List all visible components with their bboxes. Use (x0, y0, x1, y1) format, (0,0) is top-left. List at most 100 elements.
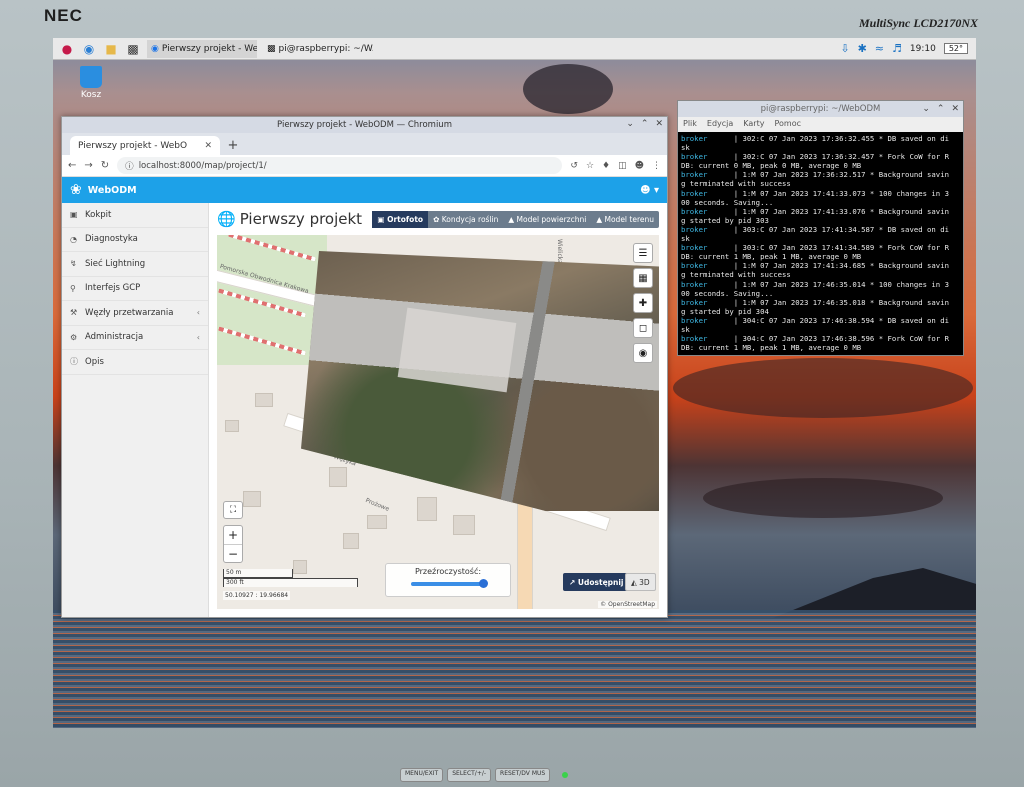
sidebar-item-nodes[interactable]: ⚒ Węzły przetwarzania ‹ (62, 301, 208, 326)
opacity-control: Przeźroczystość: (385, 563, 511, 597)
new-tab-button[interactable]: + (224, 136, 242, 155)
system-tray: ⇩ ✱ ≈ ♬ 19:10 52° (840, 42, 976, 55)
update-icon[interactable]: ⇩ (840, 42, 849, 55)
chevron-left-icon: ‹ (196, 332, 200, 342)
map-building (343, 533, 359, 549)
wifi-icon[interactable]: ≈ (875, 42, 884, 55)
zoom-in-button[interactable]: + (224, 526, 242, 544)
webodm-logo-icon[interactable]: ❀ (70, 182, 82, 198)
log-prefix: broker (681, 279, 708, 289)
taskbar: ● ◉ ■ ▩ ◉ Pierwszy projekt - We... ▩ pi@… (53, 38, 976, 60)
menu-edycja[interactable]: Edycja (707, 119, 733, 130)
share-icon[interactable]: ↺ (570, 161, 578, 171)
menu-karty[interactable]: Karty (743, 119, 764, 130)
globe-icon: 🌐 (217, 210, 236, 228)
log-text: DB: current 0 MB, peak 0 MB, average 0 M… (681, 161, 862, 171)
monitor-menu-button[interactable]: MENU/EXIT (400, 768, 444, 782)
menu-plik[interactable]: Plik (683, 119, 697, 130)
minimize-icon[interactable]: ⌄ (626, 119, 634, 129)
layers-icon[interactable]: ☰ (633, 243, 653, 263)
task-label: pi@raspberrypi: ~/W... (278, 43, 373, 54)
user-menu-icon[interactable]: ☻ ▾ (640, 185, 659, 196)
log-prefix: broker (681, 315, 708, 325)
map-canvas[interactable]: Pomorska Obwodnica Krakowa Wężyka Wielic… (217, 235, 659, 609)
3d-button[interactable]: ◭ 3D (625, 573, 656, 591)
terminal-line: DB: current 1 MB, peak 1 MB, average 0 M… (681, 343, 960, 352)
sidebar-item-kokpit[interactable]: ▣ Kokpit (62, 203, 208, 228)
browser-launcher-icon[interactable]: ◉ (81, 41, 97, 57)
desktop-trash[interactable]: Kosz (71, 66, 111, 100)
map-attribution[interactable]: © OpenStreetMap (598, 601, 657, 608)
monitor-buttons: MENU/EXIT SELECT/+/- RESET/DV MUS (400, 768, 569, 782)
map-building (329, 467, 347, 487)
tab-kondycja[interactable]: ✿ Kondycja roślin (428, 211, 503, 228)
terminal-launcher-icon[interactable]: ▩ (125, 41, 141, 57)
terminal-line: g started by pid 303 (681, 216, 960, 225)
slider-knob[interactable] (479, 579, 488, 588)
terminal-titlebar[interactable]: pi@raspberrypi: ~/WebODM ⌄ ⌃ ✕ (678, 101, 963, 117)
volume-icon[interactable]: ♬ (892, 42, 902, 55)
opacity-slider[interactable] (411, 579, 488, 588)
close-icon[interactable]: ✕ (655, 119, 663, 129)
monitor-select-button[interactable]: SELECT/+/- (447, 768, 492, 782)
forward-icon[interactable]: → (84, 160, 92, 171)
fullscreen-button[interactable]: ⛶ (223, 501, 243, 519)
maximize-icon[interactable]: ⌃ (641, 119, 649, 129)
project-title: Pierwszy projekt (239, 210, 363, 228)
tab-surface-model[interactable]: ▲ Model powierzchni (503, 211, 591, 228)
terminal-line: DB: current 0 MB, peak 0 MB, average 0 M… (681, 161, 960, 170)
back-icon[interactable]: ← (68, 160, 76, 171)
pie-chart-icon: ◔ (70, 234, 77, 244)
minimize-icon[interactable]: ⌄ (922, 101, 930, 117)
file-manager-icon[interactable]: ■ (103, 41, 119, 57)
taskbar-task-chromium[interactable]: ◉ Pierwszy projekt - We... (147, 39, 257, 58)
cpu-temp[interactable]: 52° (943, 43, 968, 54)
menu-pomoc[interactable]: Pomoc (774, 119, 801, 130)
window-titlebar[interactable]: Pierwszy projekt - WebODM — Chromium ⌄ ⌃… (62, 117, 667, 133)
zoom-out-button[interactable]: − (224, 544, 242, 562)
reload-icon[interactable]: ↻ (101, 160, 109, 171)
profile-icon[interactable]: ☻ (635, 161, 644, 171)
sidebar-item-gcp[interactable]: ⚲ Interfejs GCP (62, 277, 208, 301)
eye-icon[interactable]: ◉ (633, 343, 653, 363)
cogs-icon: ⚙ (70, 332, 78, 342)
menu-kebab-icon[interactable]: ⋮ (652, 161, 661, 171)
terminal-output[interactable]: broker | 302:C 07 Jan 2023 17:36:32.455 … (678, 132, 963, 354)
close-icon[interactable]: ✕ (951, 101, 959, 117)
tab-close-icon[interactable]: ✕ (204, 141, 212, 151)
webodm-brand[interactable]: WebODM (88, 185, 137, 196)
bluetooth-icon[interactable]: ✱ (858, 42, 867, 55)
terminal-line: g started by pid 304 (681, 307, 960, 316)
log-text: DB: current 1 MB, peak 1 MB, average 0 M… (681, 343, 862, 353)
taskbar-task-terminal[interactable]: ▩ pi@raspberrypi: ~/W... (263, 40, 373, 58)
info-icon[interactable]: ⓘ (125, 160, 134, 172)
log-text: g terminated with success (681, 270, 791, 280)
sidebar-item-lightning[interactable]: ↯ Sieć Lightning (62, 252, 208, 277)
zoom-control: + − (223, 525, 243, 563)
grid-icon[interactable]: ▦ (633, 268, 653, 288)
scale-bar: 50 m 300 ft (223, 569, 358, 587)
maximize-icon[interactable]: ⌃ (937, 101, 945, 117)
log-text: | 302:C 07 Jan 2023 17:36:32.455 * DB sa… (707, 134, 949, 143)
sidebar-item-admin[interactable]: ⚙ Administracja ‹ (62, 326, 208, 350)
extensions-icon[interactable]: ♦ (602, 161, 610, 171)
address-bar[interactable]: ⓘ localhost:8000/map/project/1/ (117, 157, 563, 174)
share-button[interactable]: ↗ Udostępnij (563, 573, 630, 591)
terminal-line: DB: current 1 MB, peak 1 MB, average 0 M… (681, 252, 960, 261)
sidepanel-icon[interactable]: ◫ (618, 161, 627, 171)
sidebar-item-diagnostyka[interactable]: ◔ Diagnostyka (62, 228, 208, 252)
map-building (225, 420, 239, 432)
log-text: | 304:C 07 Jan 2023 17:46:38.594 * DB sa… (707, 315, 949, 325)
monitor-reset-button[interactable]: RESET/DV MUS (495, 768, 551, 782)
measure-icon[interactable]: ◻ (633, 318, 653, 338)
raspberry-menu-icon[interactable]: ● (59, 41, 75, 57)
bookmark-star-icon[interactable]: ☆ (586, 161, 594, 171)
tab-terrain-model[interactable]: ▲ Model terenu (591, 211, 659, 228)
clock[interactable]: 19:10 (910, 44, 936, 54)
sidebar-item-opis[interactable]: ⓘ Opis (62, 350, 208, 375)
tab-ortofoto[interactable]: ▣ Ortofoto (372, 211, 429, 228)
add-annotation-icon[interactable]: ✚ (633, 293, 653, 313)
browser-tab[interactable]: Pierwszy projekt - WebO ✕ (70, 136, 220, 155)
scale-metric: 50 m (223, 569, 293, 578)
terminal-line: broker | 1:M 07 Jan 2023 17:41:33.073 * … (681, 189, 960, 198)
